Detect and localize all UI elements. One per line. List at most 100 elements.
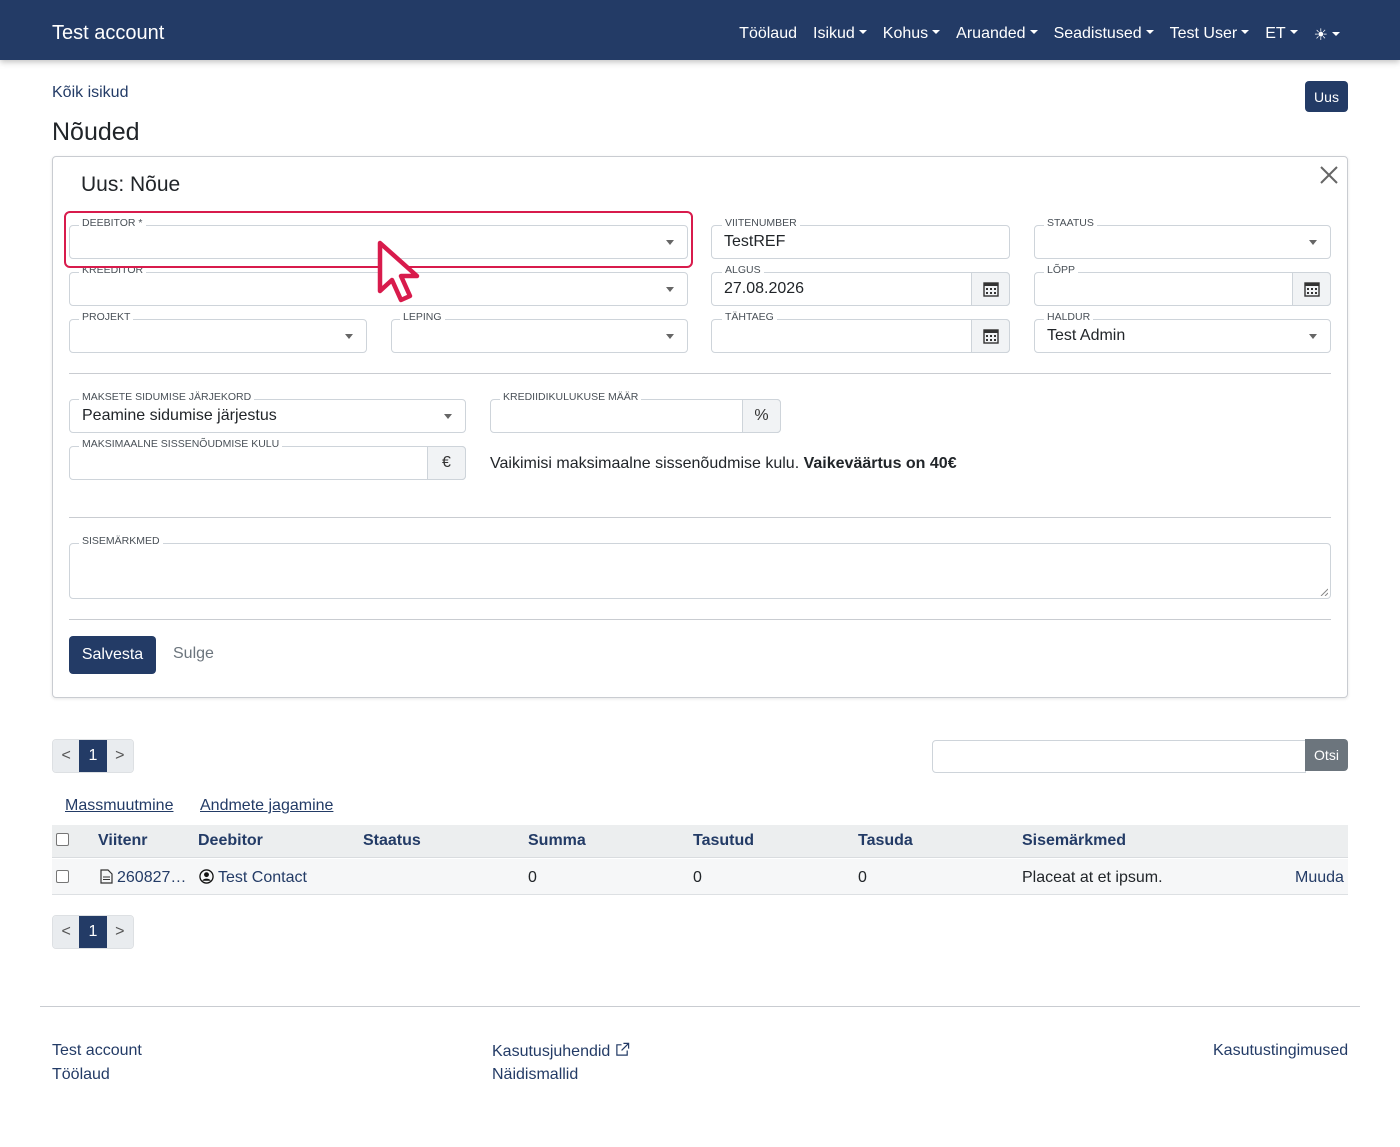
max-cost-label: MAKSIMAALNE SISSENÕUDMISE KULU (79, 438, 283, 450)
footer-templates-link[interactable]: Näidismallid (492, 1066, 578, 1084)
current-page-button[interactable]: 1 (79, 740, 107, 772)
nav-item-seadistused[interactable]: Seadistused (1054, 25, 1154, 45)
deadline-input[interactable] (711, 319, 1010, 353)
project-select[interactable] (69, 319, 367, 353)
divider (69, 373, 1331, 374)
dropdown-arrow-icon (1309, 240, 1317, 245)
credit-rate-label: KREDIIDIKULUKUSE MÄÄR (500, 391, 642, 403)
credit-rate-input[interactable]: % (490, 399, 781, 433)
col-sisemarkmed[interactable]: Sisemärkmed (1022, 832, 1126, 850)
theme-toggle[interactable]: ☀ (1314, 25, 1340, 45)
col-summa[interactable]: Summa (528, 832, 586, 850)
next-page-button[interactable]: > (106, 740, 133, 772)
pagination-bottom: < 1 > (52, 915, 134, 949)
divider (69, 619, 1331, 620)
new-button[interactable]: Uus (1305, 81, 1348, 112)
row-paid: 0 (693, 869, 702, 886)
row-ref-link[interactable]: 260827… (100, 869, 186, 887)
resize-handle-icon[interactable] (1320, 588, 1328, 596)
caret-down-icon (1241, 29, 1250, 34)
dropdown-arrow-icon (345, 334, 353, 339)
calendar-icon[interactable] (971, 272, 1010, 306)
top-navbar: Test account Töölaud Isikud Kohus Aruand… (0, 0, 1400, 60)
close-icon[interactable] (1317, 163, 1341, 187)
search-button[interactable]: Otsi (1305, 739, 1348, 771)
nav-item-isikud[interactable]: Isikud (813, 25, 867, 45)
end-date-label: LÕPP (1044, 264, 1079, 276)
row-debtor-link[interactable]: Test Contact (199, 869, 307, 887)
col-staatus[interactable]: Staatus (363, 832, 421, 850)
col-deebitor[interactable]: Deebitor (198, 832, 263, 850)
payment-order-label: MAKSETE SIDUMISE JÄRJEKORD (79, 391, 255, 403)
payment-order-select[interactable]: Peamine sidumise järjestus (69, 399, 466, 433)
save-button[interactable]: Salvesta (69, 636, 156, 674)
max-cost-input[interactable]: € (69, 446, 466, 480)
pagination-top: < 1 > (52, 739, 134, 773)
row-checkbox[interactable] (56, 870, 69, 883)
external-link-icon (616, 1042, 629, 1056)
footer-dashboard-link[interactable]: Töölaud (52, 1066, 110, 1084)
euro-addon: € (427, 446, 466, 480)
notes-label: SISEMÄRKMED (79, 535, 163, 547)
document-icon (100, 869, 113, 884)
start-date-label: ALGUS (722, 264, 764, 276)
end-date-input[interactable] (1034, 272, 1331, 306)
calendar-icon[interactable] (971, 319, 1010, 353)
person-circle-icon (199, 869, 214, 884)
mouse-cursor-icon (377, 240, 420, 303)
footer-divider (40, 1006, 1360, 1007)
select-all-checkbox[interactable] (56, 833, 69, 846)
brand-link[interactable]: Test account (52, 22, 164, 45)
prev-page-button[interactable]: < (53, 740, 80, 772)
nav-item-kohus[interactable]: Kohus (883, 25, 941, 45)
max-cost-info: Vaikimisi maksimaalne sissenõudmise kulu… (490, 455, 957, 472)
dropdown-arrow-icon (1309, 334, 1317, 339)
nav-item-aruanded[interactable]: Aruanded (956, 25, 1038, 45)
row-sum: 0 (528, 869, 537, 886)
nav-menu: Töölaud Isikud Kohus Aruanded Seadistuse… (739, 25, 1340, 45)
mass-edit-link[interactable]: Massmuutmine (65, 797, 173, 815)
status-select[interactable] (1034, 225, 1331, 259)
reference-number-input[interactable]: TestREF (711, 225, 1010, 259)
status-label: STAATUS (1044, 217, 1097, 229)
caret-down-icon (1332, 31, 1340, 36)
row-edit-link[interactable]: Muuda (1295, 869, 1344, 887)
caret-down-icon (1029, 29, 1038, 34)
calendar-icon[interactable] (1292, 272, 1331, 306)
form-title: Uus: Nõue (81, 173, 181, 196)
row-due: 0 (858, 869, 867, 886)
notes-textarea[interactable] (69, 543, 1331, 599)
divider (69, 517, 1331, 518)
contract-label: LEPING (400, 311, 445, 323)
nav-item-user[interactable]: Test User (1170, 25, 1250, 45)
page-title: Nõuded (52, 118, 140, 146)
dropdown-arrow-icon (666, 287, 674, 292)
footer-guides-link[interactable]: Kasutusjuhendid (492, 1042, 630, 1061)
dropdown-arrow-icon (666, 334, 674, 339)
manager-label: HALDUR (1044, 311, 1094, 323)
search-input[interactable] (932, 740, 1306, 773)
col-tasuda[interactable]: Tasuda (858, 832, 913, 850)
current-page-button[interactable]: 1 (79, 916, 107, 948)
nav-item-toolaud[interactable]: Töölaud (739, 25, 797, 45)
start-date-input[interactable]: 27.08.2026 (711, 272, 1010, 306)
footer-terms-link[interactable]: Kasutustingimused (1213, 1042, 1348, 1060)
caret-down-icon (1289, 29, 1298, 34)
manager-select[interactable]: Test Admin (1034, 319, 1331, 353)
row-notes: Placeat at et ipsum. (1022, 869, 1163, 886)
contract-select[interactable] (391, 319, 688, 353)
caret-down-icon (1145, 29, 1154, 34)
dropdown-arrow-icon (444, 414, 452, 419)
prev-page-button[interactable]: < (53, 916, 80, 948)
next-page-button[interactable]: > (106, 916, 133, 948)
caret-down-icon (932, 29, 941, 34)
data-share-link[interactable]: Andmete jagamine (200, 797, 333, 815)
footer-account-link[interactable]: Test account (52, 1042, 142, 1060)
nav-item-language[interactable]: ET (1265, 25, 1298, 45)
col-tasutud[interactable]: Tasutud (693, 832, 754, 850)
default-value-text: Vaikeväärtus on 40€ (803, 455, 957, 472)
col-viitenr[interactable]: Viitenr (98, 832, 148, 850)
breadcrumb-all-persons[interactable]: Kõik isikud (52, 84, 128, 102)
close-button[interactable]: Sulge (173, 645, 214, 663)
reference-number-label: VIITENUMBER (722, 217, 800, 229)
